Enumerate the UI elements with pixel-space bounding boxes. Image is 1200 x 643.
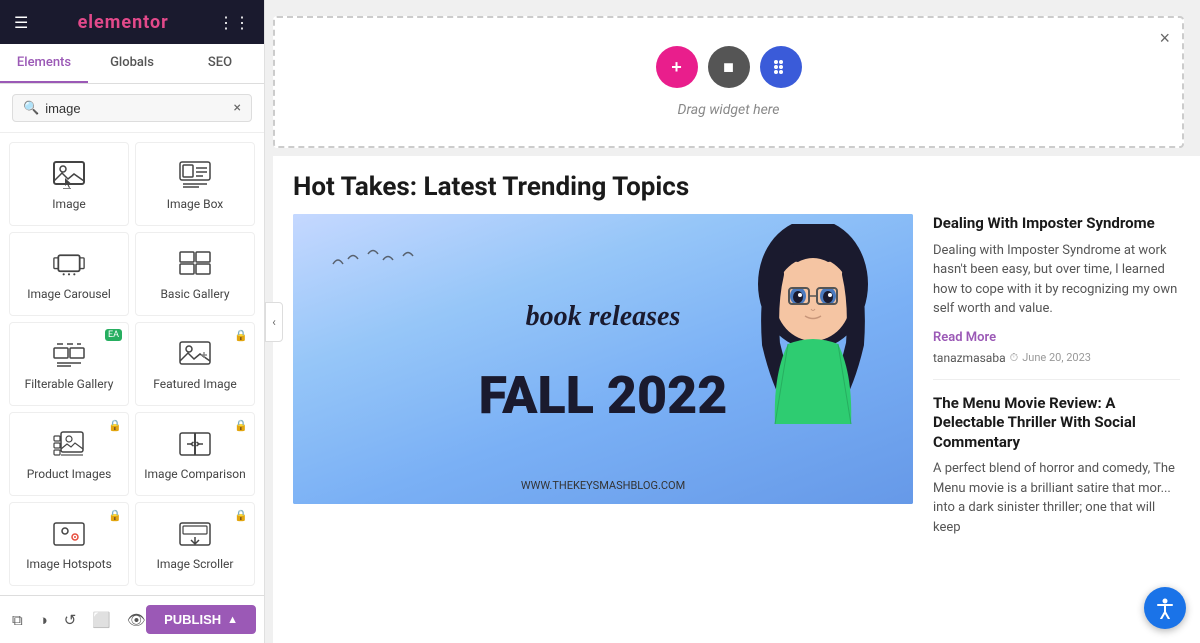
blog-section: Hot Takes: Latest Trending Topics [273,156,1200,582]
book-text-fall: FALL 2022 [479,365,728,426]
tab-elements[interactable]: Elements [0,44,88,83]
tab-seo[interactable]: SEO [176,44,264,83]
grid-icon[interactable]: ⋮⋮ [218,13,250,32]
widget-filterable-gallery[interactable]: EA Filterable Gallery [9,322,129,406]
post-2-excerpt: A perfect blend of horror and comedy, Th… [933,459,1180,537]
widget-image[interactable]: Image [9,142,129,226]
responsive-icon[interactable]: ⬜ [92,611,111,629]
widget-image-hotspots[interactable]: 🔒 Image Hotspots [9,502,129,586]
post-1-excerpt: Dealing with Imposter Syndrome at work h… [933,241,1180,319]
lock-icon-scroller: 🔒 [234,509,248,522]
ea-badge: EA [105,329,122,341]
widget-featured-image-label: Featured Image [153,377,236,391]
image-box-icon [177,161,213,189]
widget-image-scroller-label: Image Scroller [157,557,234,571]
preview-icon[interactable]: 👁 [127,611,146,629]
featured-image-icon [177,341,213,369]
main-content: × + ■ Drag widget here Hot Takes: Latest… [265,0,1200,643]
widget-image-comparison-label: Image Comparison [144,467,245,481]
blog-content-area: Hot Takes: Latest Trending Topics [273,156,1200,643]
publish-button[interactable]: PUBLISH ▲ [146,605,256,634]
sidebar-tabs: Elements Globals SEO [0,44,264,84]
search-box: 🔍 × [12,94,252,122]
widget-basic-gallery[interactable]: Basic Gallery [135,232,255,316]
close-button[interactable]: × [1159,28,1170,49]
tab-globals[interactable]: Globals [88,44,176,83]
image-hotspots-icon [51,521,87,549]
image-comparison-icon [177,431,213,459]
blog-main: book releases FALL 2022 WWW.THEKEYSMASHB… [293,214,1180,572]
drag-widget-button[interactable] [760,46,802,88]
widget-image-carousel[interactable]: Image Carousel [9,232,129,316]
lock-icon-hotspots: 🔒 [108,509,122,522]
sidebar-header: ☰ elementor ⋮⋮ [0,0,264,44]
elementor-logo: elementor [78,12,169,33]
post-2-title: The Menu Movie Review: A Delectable Thri… [933,394,1180,453]
drag-controls: + ■ [656,46,802,88]
image-scroller-icon [177,521,213,549]
featured-image-placeholder: book releases FALL 2022 WWW.THEKEYSMASHB… [293,214,913,504]
widget-image-box[interactable]: Image Box [135,142,255,226]
search-icon: 🔍 [23,101,39,116]
post-1-read-more[interactable]: Read More [933,330,996,345]
collapse-handle[interactable]: ‹ [265,302,283,342]
post-1-meta: tanazmasaba ⏱ June 20, 2023 [933,351,1180,365]
book-url: WWW.THEKEYSMASHBLOG.COM [521,479,685,492]
widget-image-box-label: Image Box [167,197,224,211]
lock-icon-featured: 🔒 [234,329,248,342]
accessibility-button[interactable] [1144,587,1186,629]
search-container: 🔍 × [0,84,264,133]
post-card-2: The Menu Movie Review: A Delectable Thri… [933,394,1180,559]
image-icon [51,161,87,189]
filterable-gallery-icon [51,341,87,369]
history-icon[interactable]: ↺ [64,611,77,629]
drag-text: Drag widget here [678,102,780,118]
clock-icon: ⏱ [1010,351,1019,365]
search-input[interactable] [45,101,233,116]
widget-image-carousel-label: Image Carousel [27,287,111,301]
product-images-icon [51,431,87,459]
post-1-date: June 20, 2023 [1022,351,1091,364]
posts-sidebar: Dealing With Imposter Syndrome Dealing w… [913,214,1180,572]
sidebar-bottom: ⧉ ◑ ↺ ⬜ 👁 PUBLISH ▲ [0,595,264,643]
lock-icon-comparison: 🔒 [234,419,248,432]
bottom-icons: ⧉ ◑ ↺ ⬜ 👁 [12,611,146,629]
basic-gallery-icon [177,251,213,279]
publish-label: PUBLISH [164,612,221,627]
post-1-title: Dealing With Imposter Syndrome [933,214,1180,234]
book-text-releases: book releases [526,301,681,333]
drag-square-button[interactable]: ■ [708,46,750,88]
layers-icon[interactable]: ⧉ [12,611,23,629]
post-1-author: tanazmasaba [933,351,1006,365]
widget-image-comparison[interactable]: 🔒 Image Comparison [135,412,255,496]
post-card-1: Dealing With Imposter Syndrome Dealing w… [933,214,1180,380]
lock-icon-product: 🔒 [108,419,122,432]
widget-image-hotspots-label: Image Hotspots [26,557,112,571]
search-clear-button[interactable]: × [234,100,241,116]
widget-grid: Image Image Box [0,133,264,595]
add-section-button[interactable]: + [656,46,698,88]
chevron-up-icon: ▲ [227,614,238,626]
widget-product-images-label: Product Images [27,467,112,481]
blog-title: Hot Takes: Latest Trending Topics [293,172,1180,202]
featured-image-block: book releases FALL 2022 WWW.THEKEYSMASHB… [293,214,913,504]
drag-widget-area: × + ■ Drag widget here [273,16,1184,148]
widget-filterable-gallery-label: Filterable Gallery [25,377,114,391]
widget-basic-gallery-label: Basic Gallery [160,287,229,301]
widget-image-label: Image [52,197,85,211]
widget-product-images[interactable]: 🔒 Product Images [9,412,129,496]
widget-featured-image[interactable]: 🔒 Featured Image [135,322,255,406]
widget-image-scroller[interactable]: 🔒 Image Scroller [135,502,255,586]
hamburger-icon[interactable]: ☰ [14,13,28,32]
image-carousel-icon [51,251,87,279]
sidebar: ☰ elementor ⋮⋮ Elements Globals SEO 🔍 × [0,0,265,643]
theme-icon[interactable]: ◑ [39,611,48,629]
